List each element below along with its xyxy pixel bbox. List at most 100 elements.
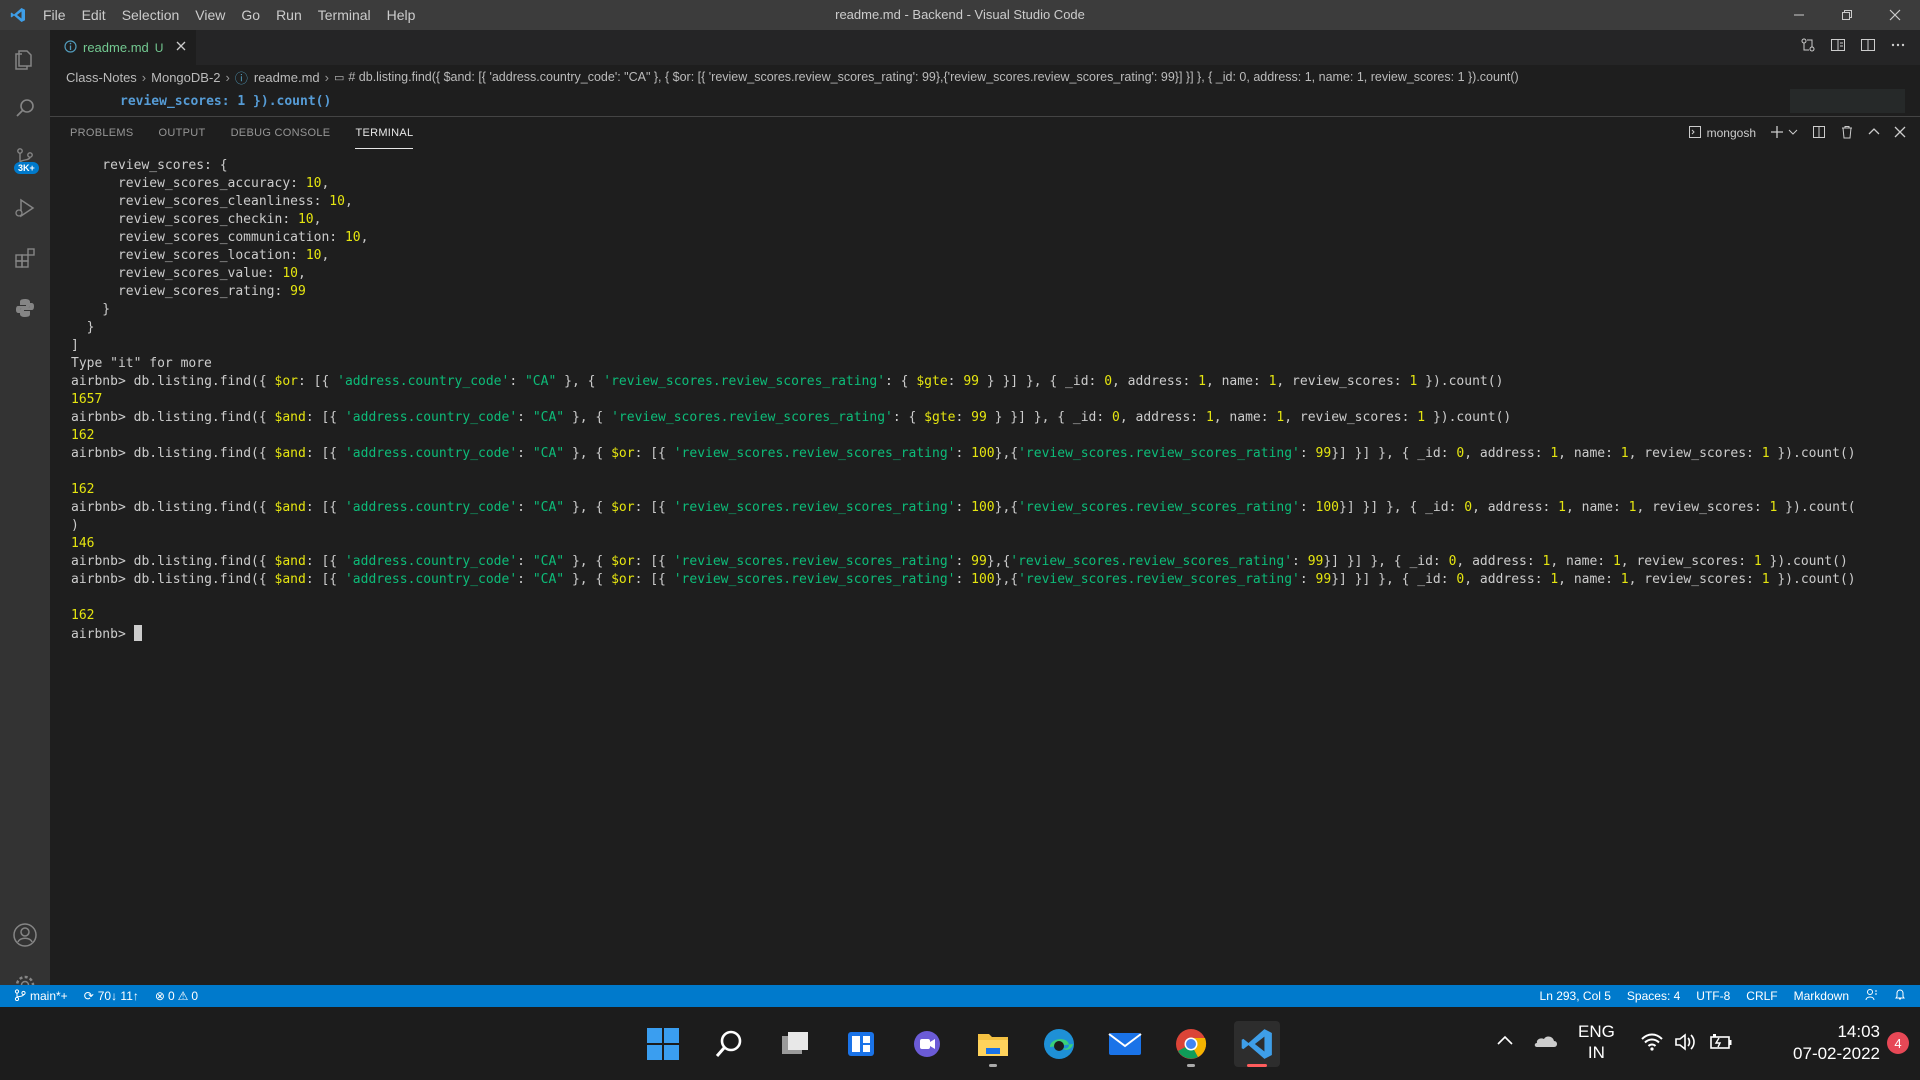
search-icon[interactable] — [706, 1021, 752, 1067]
edge-browser-icon[interactable] — [1036, 1021, 1082, 1067]
sync-icon: ⟳ — [83, 989, 94, 1003]
show-hidden-icons-chevron-up-icon[interactable] — [1496, 1033, 1514, 1051]
status-bar: main*+ ⟳ 70↓ 11↑ ⊗ 0 ⚠ 0 Ln 293, Col 5 S… — [0, 985, 1920, 1007]
open-preview-icon[interactable] — [1830, 37, 1846, 58]
info-icon: ⓘ — [234, 70, 248, 86]
breadcrumb-item-heading[interactable]: # db.listing.find({ $and: [{ 'address.co… — [348, 70, 1518, 84]
language-mode[interactable]: Markdown — [1794, 989, 1849, 1003]
extensions-icon[interactable] — [0, 234, 50, 282]
more-actions-icon[interactable] — [1890, 37, 1906, 58]
terminal-line: review_scores: { — [71, 158, 228, 173]
menu-file[interactable]: File — [35, 0, 74, 30]
chevron-right-icon: › — [141, 69, 147, 85]
volume-icon[interactable] — [1674, 1032, 1698, 1057]
problems-indicator[interactable]: ⊗ 0 ⚠ 0 — [155, 989, 198, 1004]
terminal-cursor — [133, 625, 142, 641]
notification-badge[interactable]: 4 — [1887, 1032, 1909, 1054]
wifi-icon[interactable] — [1640, 1032, 1664, 1057]
terminal-command: airbnb> db.listing.find({ $or: [{ 'addre… — [71, 374, 1504, 389]
menu-edit[interactable]: Edit — [74, 0, 114, 30]
minimize-button[interactable] — [1776, 0, 1822, 30]
chevron-down-icon[interactable] — [1788, 126, 1798, 140]
warning-icon: ⚠ — [177, 989, 189, 1003]
close-panel-icon[interactable] — [1894, 126, 1906, 141]
menu-run[interactable]: Run — [268, 0, 310, 30]
menu-go[interactable]: Go — [233, 0, 268, 30]
activity-bar: 3K+ — [0, 30, 50, 995]
menu-selection[interactable]: Selection — [114, 0, 188, 30]
end-of-line[interactable]: CRLF — [1746, 989, 1777, 1003]
explorer-icon[interactable] — [0, 36, 50, 84]
breadcrumb-item-readme[interactable]: readme.md — [254, 70, 320, 85]
git-branch-icon — [14, 988, 26, 1004]
trash-icon[interactable] — [1840, 125, 1854, 142]
panel-actions: mongosh — [1688, 117, 1906, 149]
terminal-selector[interactable]: mongosh — [1688, 125, 1756, 142]
branch-indicator[interactable]: main*+ — [14, 988, 68, 1004]
terminal-icon — [1688, 125, 1702, 142]
terminal-prompt-line[interactable]: airbnb> — [71, 625, 1856, 644]
teams-chat-icon[interactable] — [904, 1021, 950, 1067]
clock-time: 14:03 — [1837, 1022, 1880, 1041]
feedback-icon[interactable] — [1865, 988, 1878, 1004]
tab-debug-console[interactable]: DEBUG CONSOLE — [231, 117, 331, 149]
editor-visible-line[interactable]: review_scores: 1 }).count() — [50, 89, 1920, 115]
source-control-icon[interactable]: 3K+ — [0, 134, 50, 182]
windows-start-icon[interactable] — [640, 1021, 686, 1067]
run-debug-icon[interactable] — [0, 184, 50, 232]
tab-readme[interactable]: readme.md U — [50, 30, 196, 65]
split-terminal-icon[interactable] — [1812, 125, 1826, 142]
vscode-logo-icon — [0, 0, 35, 30]
terminal-name: mongosh — [1706, 126, 1756, 140]
chrome-browser-icon[interactable] — [1168, 1021, 1214, 1067]
sync-indicator[interactable]: ⟳ 70↓ 11↑ — [84, 989, 139, 1004]
python-icon[interactable] — [0, 284, 50, 332]
search-icon[interactable] — [0, 84, 50, 132]
split-editor-icon[interactable] — [1860, 37, 1876, 58]
indentation[interactable]: Spaces: 4 — [1627, 989, 1680, 1003]
onedrive-icon[interactable] — [1532, 1031, 1558, 1054]
clock[interactable]: 14:03 07-02-2022 — [1760, 1021, 1880, 1065]
battery-icon[interactable] — [1708, 1032, 1734, 1057]
restore-button[interactable] — [1824, 0, 1870, 30]
task-view-icon[interactable] — [772, 1021, 818, 1067]
menu-terminal[interactable]: Terminal — [310, 0, 379, 30]
terminal-command: airbnb> db.listing.find({ $and: [{ 'addr… — [71, 500, 1856, 515]
new-terminal-icon[interactable] — [1770, 125, 1784, 142]
language-code: ENG — [1578, 1022, 1615, 1041]
tab-terminal[interactable]: TERMINAL — [355, 117, 414, 149]
menu-help[interactable]: Help — [379, 0, 424, 30]
vscode-taskbar-icon[interactable] — [1234, 1021, 1280, 1067]
terminal-line: review_scores_accuracy: 10, — [71, 176, 330, 191]
breadcrumb-item-mongodb[interactable]: MongoDB-2 — [151, 70, 220, 85]
compare-changes-icon[interactable] — [1800, 37, 1816, 58]
tab-output[interactable]: OUTPUT — [159, 117, 206, 149]
terminal-line: review_scores_communication: 10, — [71, 230, 369, 245]
maximize-panel-icon[interactable] — [1868, 126, 1880, 141]
tab-problems[interactable]: PROBLEMS — [70, 117, 134, 149]
cursor-position[interactable]: Ln 293, Col 5 — [1540, 989, 1611, 1003]
mail-icon[interactable] — [1102, 1021, 1148, 1067]
terminal-line: review_scores_location: 10, — [71, 248, 330, 263]
menu-bar: File Edit Selection View Go Run Terminal… — [35, 0, 423, 30]
menu-view[interactable]: View — [187, 0, 233, 30]
accounts-icon[interactable] — [0, 911, 50, 959]
breadcrumb-item-class-notes[interactable]: Class-Notes — [66, 70, 137, 85]
bell-icon[interactable] — [1894, 988, 1906, 1004]
terminal-line: } — [71, 302, 111, 317]
terminal-output[interactable]: review_scores: { review_scores_accuracy:… — [71, 157, 1856, 644]
input-language[interactable]: ENG IN — [1578, 1021, 1615, 1063]
encoding[interactable]: UTF-8 — [1696, 989, 1730, 1003]
terminal-command: airbnb> db.listing.find({ $and: [{ 'addr… — [71, 446, 1856, 461]
chevron-right-icon: › — [225, 69, 230, 85]
widgets-icon[interactable] — [838, 1021, 884, 1067]
close-tab-icon[interactable] — [175, 40, 187, 55]
close-window-button[interactable] — [1872, 0, 1918, 30]
active-indicator — [1247, 1064, 1267, 1067]
warning-count: 0 — [191, 989, 199, 1003]
source-control-badge: 3K+ — [14, 162, 39, 174]
file-explorer-icon[interactable] — [970, 1021, 1016, 1067]
terminal-line: } — [71, 320, 95, 335]
minimap[interactable] — [1790, 89, 1905, 113]
